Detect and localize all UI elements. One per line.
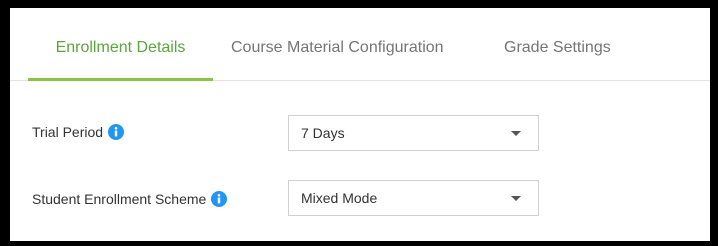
info-icon[interactable] xyxy=(211,191,228,207)
trial-period-label: Trial Period xyxy=(32,124,104,140)
student-enrollment-scheme-label: Student Enrollment Scheme xyxy=(32,191,207,207)
student-enrollment-scheme-value: Mixed Mode xyxy=(301,190,378,206)
settings-panel: Enrollment Details Course Material Confi… xyxy=(10,8,710,241)
info-icon[interactable] xyxy=(108,124,125,140)
trial-period-label-group: Trial Period xyxy=(32,124,125,140)
trial-period-value: 7 Days xyxy=(301,125,345,141)
tab-course-material-configuration[interactable]: Course Material Configuration xyxy=(231,8,444,78)
trial-period-select[interactable]: 7 Days xyxy=(288,115,539,151)
tab-enrollment-details[interactable]: Enrollment Details xyxy=(28,8,213,81)
chevron-down-icon xyxy=(511,196,521,201)
chevron-down-icon xyxy=(511,131,521,136)
student-enrollment-scheme-label-group: Student Enrollment Scheme xyxy=(32,191,228,207)
tab-grade-settings[interactable]: Grade Settings xyxy=(504,8,611,78)
student-enrollment-scheme-select[interactable]: Mixed Mode xyxy=(288,180,539,216)
tab-bar: Enrollment Details Course Material Confi… xyxy=(10,8,710,81)
